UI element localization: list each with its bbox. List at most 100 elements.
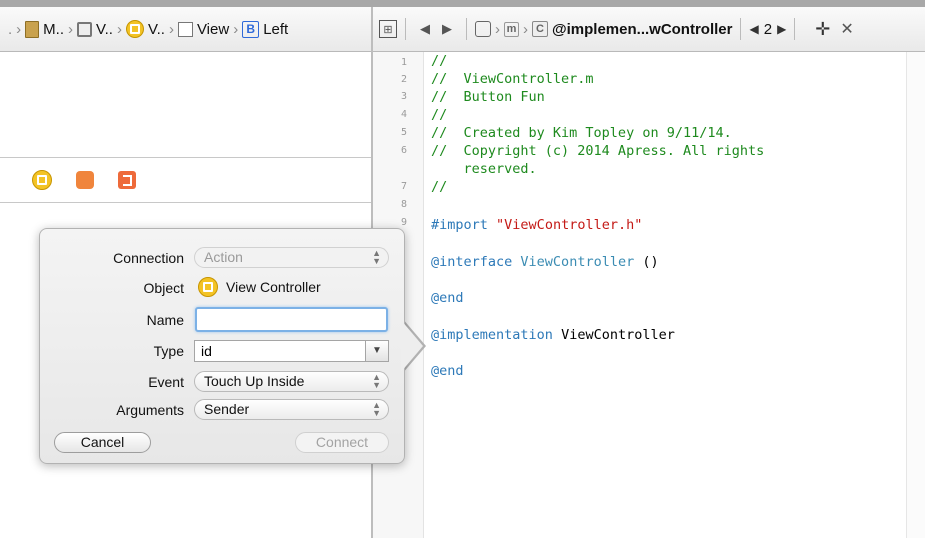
cancel-button[interactable]: Cancel (54, 432, 151, 453)
type-label: Type (153, 343, 184, 359)
breadcrumb-scene[interactable]: V.. (77, 21, 113, 38)
chevron-right-icon: › (495, 20, 500, 38)
code-line[interactable]: @interface ViewController () (431, 254, 659, 270)
window-top-strip (0, 0, 925, 7)
project-icon[interactable] (475, 21, 491, 37)
connection-row: Connection Action ▲ ▼ (40, 247, 404, 271)
add-editor-icon[interactable]: ✛ (815, 19, 830, 40)
connection-popup[interactable]: Action ▲ ▼ (194, 247, 389, 268)
code-line[interactable]: @end (431, 290, 464, 306)
breadcrumb-label: V.. (147, 20, 165, 38)
object-row: Object View Controller (40, 277, 404, 301)
first-responder-icon[interactable] (76, 171, 94, 189)
code-line[interactable]: #import "ViewController.h" (431, 217, 642, 233)
scene-icon (77, 21, 93, 37)
chevron-right-icon: › (16, 20, 22, 38)
chevron-right-icon: › (68, 20, 74, 38)
connection-popover: Connection Action ▲ ▼ Object View Control… (39, 228, 405, 464)
event-value: Touch Up Inside (204, 373, 305, 389)
line-number: 2 (400, 74, 407, 85)
name-field[interactable] (195, 307, 388, 332)
object-value: View Controller (198, 277, 321, 297)
code-line[interactable]: // (431, 107, 447, 123)
back-arrow-icon[interactable]: ◀ (420, 21, 430, 37)
code-line[interactable]: // Button Fun (431, 89, 545, 105)
breadcrumb-symbol[interactable]: C @implemen...wController (532, 21, 732, 38)
chevron-right-icon: › (523, 20, 528, 38)
back-glyph[interactable]: . (8, 21, 12, 38)
storyboard-file-icon (25, 20, 40, 38)
scene-dock (32, 170, 136, 190)
chevron-right-icon: › (116, 20, 122, 38)
type-value: id (201, 343, 212, 359)
view-controller-icon (125, 20, 144, 38)
line-number: 8 (400, 199, 407, 210)
object-label: Object (143, 280, 184, 296)
keyword: @interface (431, 254, 513, 270)
storyboard-jump-bar: . › M.. › V.. › V.. › View › B Left (0, 7, 372, 52)
line-number: 6 (400, 145, 407, 156)
breadcrumb-left-button[interactable]: B Left (242, 20, 289, 38)
class-name: ViewController (520, 254, 635, 270)
connection-label: Connection (113, 250, 184, 266)
object-value-text: View Controller (226, 279, 321, 295)
arguments-value: Sender (204, 401, 250, 417)
breadcrumb-label: View (196, 20, 230, 38)
forward-arrow-icon[interactable]: ▶ (442, 21, 452, 37)
string-literal: "ViewController.h" (496, 217, 643, 233)
divider (794, 18, 796, 40)
divider (405, 18, 406, 40)
chevron-right-icon: › (168, 20, 174, 38)
arguments-label: Arguments (116, 402, 184, 418)
code-line[interactable]: // Created by Kim Topley on 9/11/14. (431, 125, 732, 141)
breadcrumb-label: @implemen...wController (552, 20, 733, 38)
code-line[interactable]: // (431, 53, 447, 69)
editor-scrollbar[interactable] (906, 52, 925, 538)
code-line[interactable]: @end (431, 363, 464, 379)
code-token: () (642, 254, 659, 270)
chevron-down-icon[interactable]: ▼ (365, 341, 388, 361)
related-items-icon[interactable]: ⊞ (379, 20, 397, 38)
connect-button[interactable]: Connect (295, 432, 389, 453)
popover-arrow-fill (401, 320, 423, 372)
arguments-row: Arguments Sender ▲ ▼ (40, 399, 404, 423)
code-line[interactable]: // (431, 179, 447, 195)
previous-counterpart-icon[interactable]: ◀ (749, 22, 758, 36)
scene-dock-border (0, 202, 371, 203)
event-row: Event Touch Up Inside ▲ ▼ (40, 371, 404, 395)
scene-top-border (0, 157, 371, 158)
name-label: Name (146, 312, 184, 328)
button-icon: B (242, 20, 260, 38)
breadcrumb-label: M.. (43, 20, 65, 38)
type-row: Type id ▼ (40, 340, 404, 364)
view-icon (177, 21, 193, 37)
divider (740, 18, 742, 40)
event-label: Event (148, 374, 184, 390)
next-counterpart-icon[interactable]: ▶ (777, 22, 786, 36)
event-popup[interactable]: Touch Up Inside ▲ ▼ (194, 371, 389, 392)
breadcrumb-label: Left (263, 20, 289, 38)
keyword: @implementation (431, 327, 553, 343)
code-line[interactable]: // Copyright (c) 2014 Apress. All rights (431, 143, 764, 159)
implementation-file-icon[interactable]: m (504, 21, 519, 37)
breadcrumb-storyboard-file[interactable]: M.. (25, 20, 65, 38)
divider (466, 18, 467, 40)
keyword: #import (431, 217, 488, 233)
name-row: Name (40, 307, 404, 333)
code-line[interactable]: reserved. (431, 161, 537, 177)
line-number: 5 (400, 127, 407, 138)
arguments-popup[interactable]: Sender ▲ ▼ (194, 399, 389, 420)
code-line[interactable]: @implementation ViewController (431, 327, 675, 343)
class-name: ViewController (561, 327, 675, 343)
breadcrumb-view-controller[interactable]: V.. (125, 20, 165, 38)
chevron-right-icon: › (233, 20, 239, 38)
breadcrumb-view[interactable]: View (177, 20, 230, 38)
line-number: 9 (400, 217, 407, 228)
class-icon: C (532, 21, 548, 37)
type-combo-box[interactable]: id ▼ (194, 340, 389, 362)
exit-icon[interactable] (118, 171, 136, 189)
code-line[interactable]: // ViewController.m (431, 71, 594, 87)
view-controller-icon[interactable] (32, 170, 52, 190)
line-number: 3 (400, 91, 407, 102)
close-editor-icon[interactable]: ✕ (840, 19, 853, 39)
